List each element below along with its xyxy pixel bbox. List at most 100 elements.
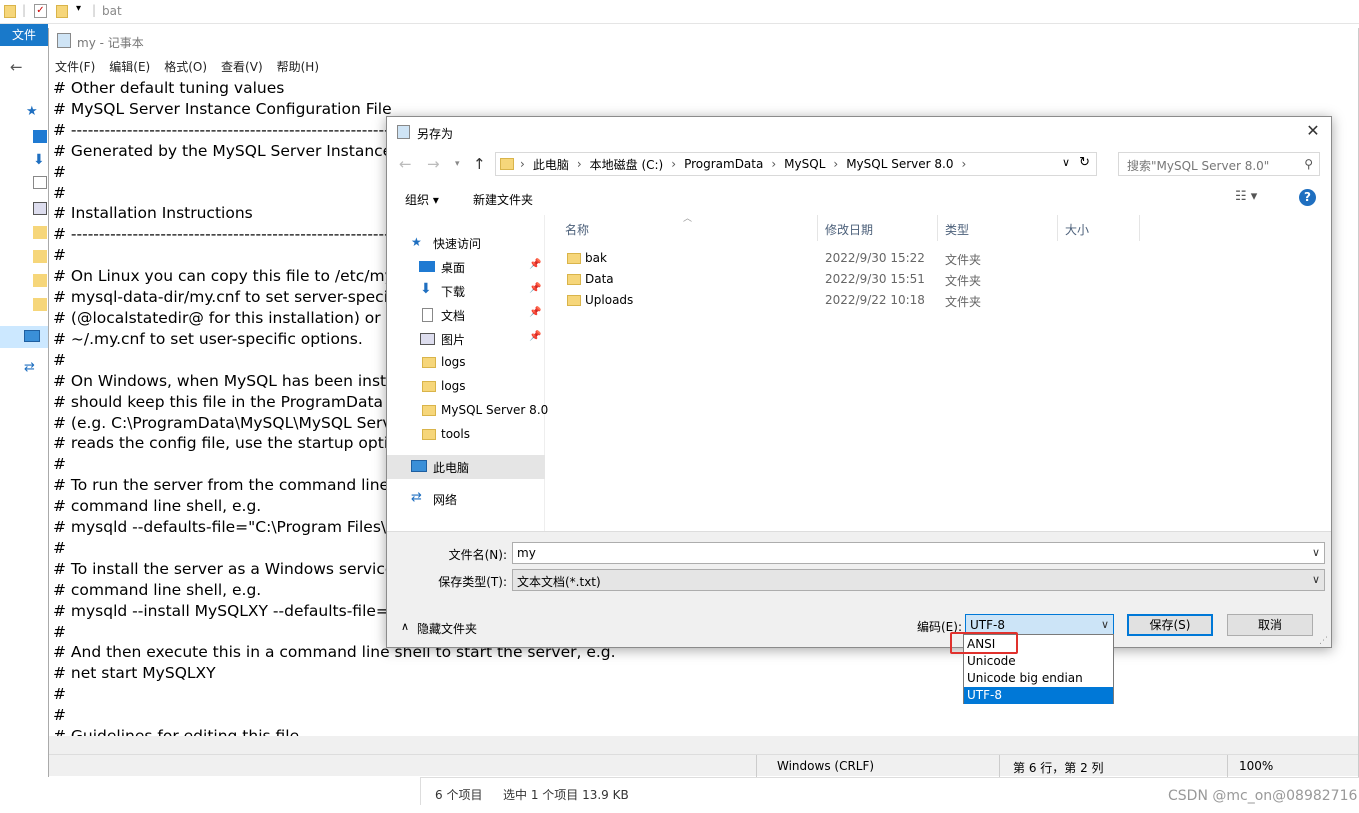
folder-icon: [422, 429, 436, 440]
nav-downloads[interactable]: ⬇ 下载 📌: [387, 279, 545, 303]
folder-icon[interactable]: [33, 226, 47, 239]
search-input[interactable]: 搜索"MySQL Server 8.0" ⚲: [1118, 152, 1320, 176]
column-name[interactable]: 名称: [565, 221, 589, 238]
desktop-icon: [419, 261, 435, 272]
this-pc-item[interactable]: [0, 326, 48, 348]
chevron-down-icon[interactable]: ∨: [1062, 156, 1070, 169]
computer-icon: [24, 330, 40, 342]
notepad-menu-bar: 文件(F) 编辑(E) 格式(O) 查看(V) 帮助(H): [55, 58, 319, 75]
encoding-option-utf8[interactable]: UTF-8: [964, 687, 1113, 704]
separator: [937, 215, 938, 241]
breadcrumb-c-drive[interactable]: 本地磁盘 (C:): [590, 156, 664, 173]
save-button[interactable]: 保存(S): [1127, 614, 1213, 636]
file-row[interactable]: Data 2022/9/30 15:51 文件夹: [563, 270, 1163, 290]
pin-icon[interactable]: 📌: [529, 259, 541, 270]
back-arrow-icon[interactable]: ←: [10, 58, 23, 76]
document-icon: [422, 308, 433, 322]
nav-desktop[interactable]: 桌面 📌: [387, 255, 545, 279]
folder-icon[interactable]: [33, 274, 47, 287]
search-icon[interactable]: ⚲: [1304, 157, 1313, 171]
column-type[interactable]: 类型: [945, 221, 969, 238]
document-icon[interactable]: [33, 176, 47, 189]
nav-this-pc[interactable]: 此电脑: [387, 455, 545, 479]
encoding-option-unicode[interactable]: Unicode: [964, 653, 1113, 670]
close-icon[interactable]: ✕: [1305, 123, 1321, 139]
nav-label: 快速访问: [433, 237, 482, 251]
filetype-value: 文本文档(*.txt): [517, 575, 601, 589]
nav-label: 图片: [441, 333, 466, 347]
nav-pictures[interactable]: 图片 📌: [387, 327, 545, 351]
view-options-icon[interactable]: ☷ ▾: [1235, 189, 1257, 204]
separator: [817, 215, 818, 241]
menu-format[interactable]: 格式(O): [164, 58, 207, 75]
chevron-up-icon[interactable]: ∧: [401, 620, 409, 633]
breadcrumb-mysql[interactable]: MySQL: [784, 157, 825, 171]
breadcrumb-this-pc[interactable]: 此电脑: [533, 156, 569, 173]
new-folder-button[interactable]: 新建文件夹: [473, 191, 533, 208]
menu-view[interactable]: 查看(V): [221, 58, 263, 75]
nav-folder-mysql-server[interactable]: MySQL Server 8.0: [387, 399, 548, 423]
forward-arrow-icon[interactable]: →: [427, 155, 440, 173]
pin-icon[interactable]: 📌: [529, 307, 541, 318]
horizontal-scrollbar[interactable]: [49, 736, 1358, 754]
chevron-down-icon[interactable]: ∨: [1312, 546, 1320, 559]
new-folder-icon[interactable]: [56, 5, 68, 18]
pin-icon[interactable]: 📌: [529, 331, 541, 342]
chevron-down-icon[interactable]: ∨: [1312, 573, 1320, 586]
properties-icon[interactable]: ✓: [34, 4, 47, 18]
address-bar[interactable]: › 此电脑 › 本地磁盘 (C:) › ProgramData › MySQL …: [495, 152, 1097, 176]
star-icon[interactable]: ★: [26, 104, 40, 119]
menu-file[interactable]: 文件(F): [55, 58, 95, 75]
nav-quick-access[interactable]: ★ 快速访问: [387, 231, 545, 255]
folder-icon: [422, 357, 436, 368]
column-date[interactable]: 修改日期: [825, 221, 873, 238]
folder-icon[interactable]: [33, 250, 47, 263]
file-name: Uploads: [585, 293, 634, 307]
hide-folders-toggle[interactable]: 隐藏文件夹: [417, 620, 477, 637]
separator: [1057, 215, 1058, 241]
highlight-annotation-box: [950, 632, 1018, 654]
breadcrumb-programdata[interactable]: ProgramData: [684, 157, 763, 171]
folder-icon: [500, 158, 514, 170]
menu-help[interactable]: 帮助(H): [277, 58, 319, 75]
up-arrow-icon[interactable]: ↑: [473, 155, 486, 173]
chevron-right-icon: ›: [961, 157, 967, 171]
network-icon[interactable]: ⇄: [24, 360, 35, 375]
picture-icon[interactable]: [33, 202, 47, 215]
chevron-down-icon[interactable]: ∨: [1101, 618, 1109, 631]
text-line: #: [53, 706, 66, 725]
filename-input[interactable]: my ∨: [512, 542, 1325, 564]
file-row[interactable]: Uploads 2022/9/22 10:18 文件夹: [563, 291, 1163, 311]
status-eol: Windows (CRLF): [777, 759, 875, 773]
customize-toolbar-icon[interactable]: ▾: [76, 3, 81, 14]
encoding-option-unicode-big-endian[interactable]: Unicode big endian: [964, 670, 1113, 687]
file-row[interactable]: bak 2022/9/30 15:22 文件夹: [563, 249, 1163, 269]
notepad-icon: [397, 125, 410, 139]
separator: [999, 755, 1000, 777]
nav-folder-tools[interactable]: tools: [387, 423, 545, 447]
refresh-icon[interactable]: ↻: [1079, 155, 1090, 170]
resize-grip-icon[interactable]: ⋰: [1319, 636, 1328, 646]
recent-locations-icon[interactable]: ▾: [455, 159, 460, 169]
column-size[interactable]: 大小: [1065, 221, 1089, 238]
nav-network[interactable]: ⇄ 网络: [387, 487, 545, 511]
nav-folder-logs[interactable]: logs: [387, 351, 545, 375]
file-type: 文件夹: [945, 295, 982, 309]
filetype-select[interactable]: 文本文档(*.txt) ∨: [512, 569, 1325, 591]
file-tab[interactable]: 文件: [0, 24, 48, 46]
nav-folder-logs[interactable]: logs: [387, 375, 545, 399]
download-icon[interactable]: ⬇: [33, 152, 47, 168]
pin-icon[interactable]: 📌: [529, 283, 541, 294]
folder-icon[interactable]: [4, 5, 16, 18]
desktop-icon[interactable]: [33, 130, 47, 143]
back-arrow-icon[interactable]: ←: [399, 155, 412, 173]
menu-edit[interactable]: 编辑(E): [109, 58, 150, 75]
folder-icon[interactable]: [33, 298, 47, 311]
file-date: 2022/9/22 10:18: [825, 293, 925, 307]
help-icon[interactable]: ?: [1299, 189, 1316, 206]
status-item-count: 6 个项目: [435, 788, 483, 802]
nav-documents[interactable]: 文档 📌: [387, 303, 545, 327]
breadcrumb-mysql-server[interactable]: MySQL Server 8.0: [846, 157, 953, 171]
organize-button[interactable]: 组织 ▾: [405, 191, 439, 208]
cancel-button[interactable]: 取消: [1227, 614, 1313, 636]
